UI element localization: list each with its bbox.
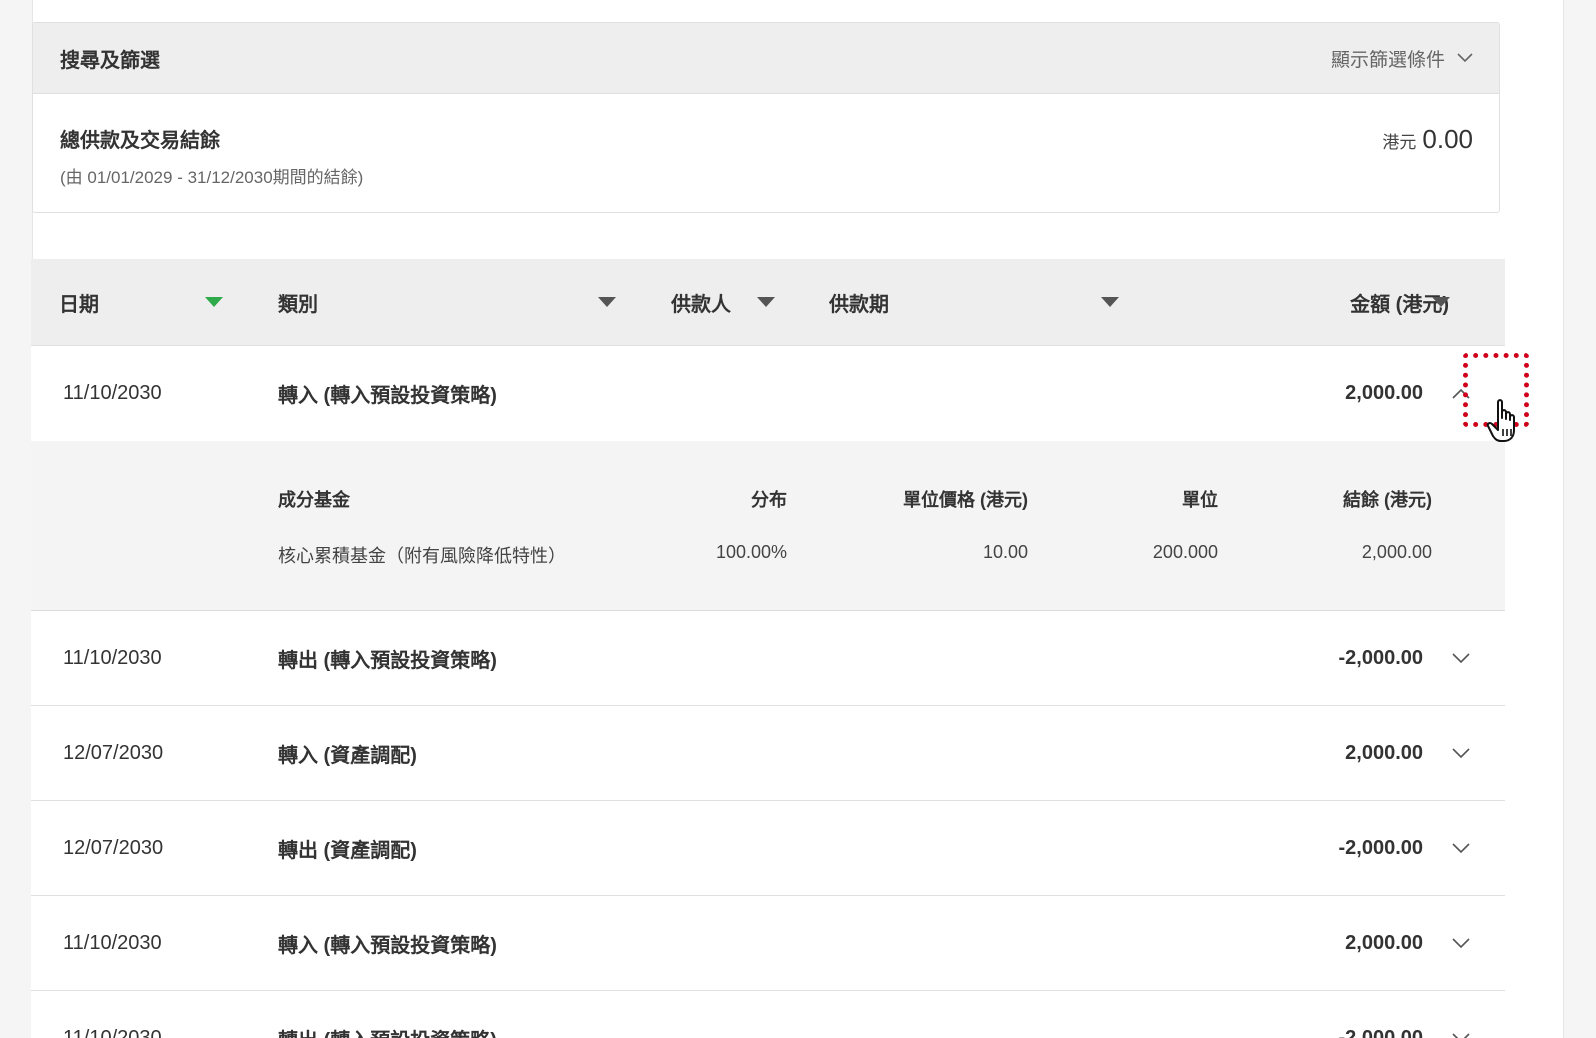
balance-period: (由 01/01/2029 - 31/12/2030期間的結餘) [60, 168, 364, 187]
chevron-down-icon [1452, 653, 1470, 664]
detail-balance: 2,000.00 [1361, 542, 1432, 562]
sort-amount-icon[interactable] [1432, 297, 1450, 307]
row-amount: 2,000.00 [1345, 382, 1423, 404]
column-header-contributor-label: 供款人 [671, 294, 731, 316]
balance-value: 0.00 [1422, 124, 1473, 154]
table-row[interactable]: 11/10/2030 轉出 (轉入預設投資策略) -2,000.00 [31, 991, 1505, 1038]
row-date: 12/07/2030 [63, 742, 164, 764]
table-row[interactable]: 11/10/2030 轉入 (轉入預設投資策略) 2,000.00 [31, 346, 1505, 441]
sort-type-icon[interactable] [598, 297, 616, 307]
column-header-period[interactable]: 供款期 [829, 259, 889, 346]
row-amount: -2,000.00 [1338, 647, 1423, 669]
expand-row-button[interactable] [1449, 991, 1473, 1038]
balance-summary: 總供款及交易結餘 (由 01/01/2029 - 31/12/2030期間的結餘… [33, 94, 1499, 188]
table-header: 日期 類別 供款人 供款期 金額 (港元) [31, 259, 1505, 346]
detail-distribution: 100.00% [715, 542, 787, 562]
balance-title: 總供款及交易結餘 [60, 130, 220, 152]
chevron-down-icon [1452, 938, 1470, 949]
row-date: 11/10/2030 [63, 382, 162, 404]
sort-contributor-icon[interactable] [757, 297, 775, 307]
detail-fund-name: 核心累積基金（附有風險降低特性） [278, 546, 566, 566]
column-header-type[interactable]: 類別 [278, 259, 318, 346]
detail-unit-price: 10.00 [982, 542, 1028, 562]
table-row[interactable]: 11/10/2030 轉出 (轉入預設投資策略) -2,000.00 [31, 611, 1505, 706]
row-date: 11/10/2030 [63, 1027, 162, 1038]
balance-amount: 港元 0.00 [1382, 124, 1473, 188]
detail-header-units: 單位 [1182, 490, 1218, 510]
row-date: 11/10/2030 [63, 647, 162, 669]
chevron-down-icon [1452, 843, 1470, 854]
row-detail-panel: 成分基金 分布 單位價格 (港元) 單位 結餘 (港元) 核心累積基金（附有風險… [31, 441, 1505, 611]
row-amount: -2,000.00 [1338, 837, 1423, 859]
balance-currency: 港元 [1382, 133, 1417, 152]
row-type: 轉入 (轉入預設投資策略) [278, 935, 497, 957]
table-row[interactable]: 12/07/2030 轉出 (資產調配) -2,000.00 [31, 801, 1505, 896]
chevron-down-icon [1452, 748, 1470, 759]
filter-card: 搜尋及篩選 顯示篩選條件 總供款及交易結餘 (由 01/01/2029 - 31… [32, 22, 1500, 213]
show-filters-label: 顯示篩選條件 [1330, 49, 1445, 71]
detail-header-unit-price: 單位價格 (港元) [903, 490, 1028, 510]
column-header-date-label: 日期 [59, 294, 99, 316]
filter-header: 搜尋及篩選 顯示篩選條件 [33, 23, 1499, 94]
column-header-type-label: 類別 [278, 294, 318, 316]
expand-row-button[interactable] [1449, 801, 1473, 896]
hand-cursor-icon [1486, 399, 1515, 442]
expand-row-button[interactable] [1449, 706, 1473, 801]
show-filters-toggle[interactable]: 顯示篩選條件 [1331, 45, 1473, 72]
row-amount: -2,000.00 [1338, 1027, 1423, 1038]
row-type: 轉出 (轉入預設投資策略) [278, 650, 497, 672]
row-amount: 2,000.00 [1345, 742, 1423, 764]
row-type: 轉入 (資產調配) [278, 745, 417, 767]
row-date: 12/07/2030 [63, 837, 164, 859]
chevron-down-icon [1457, 53, 1473, 63]
table-row[interactable]: 11/10/2030 轉入 (轉入預設投資策略) 2,000.00 [31, 896, 1505, 991]
row-type: 轉入 (轉入預設投資策略) [278, 385, 497, 407]
row-type: 轉出 (資產調配) [278, 840, 417, 862]
chevron-down-icon [1452, 1033, 1470, 1038]
sort-period-icon[interactable] [1101, 297, 1119, 307]
column-header-contributor[interactable]: 供款人 [671, 259, 731, 346]
detail-header-balance: 結餘 (港元) [1343, 490, 1432, 510]
row-type: 轉出 (轉入預設投資策略) [278, 991, 497, 1038]
table-row[interactable]: 12/07/2030 轉入 (資產調配) 2,000.00 [31, 706, 1505, 801]
detail-header-distribution: 分布 [751, 490, 787, 510]
filter-title: 搜尋及篩選 [60, 49, 160, 72]
expand-row-button[interactable] [1449, 896, 1473, 991]
expand-row-button[interactable] [1449, 611, 1473, 706]
transactions-table: 日期 類別 供款人 供款期 金額 (港元) 11/10/2030 轉入 (轉入預… [31, 259, 1505, 1038]
detail-header-fund: 成分基金 [278, 490, 350, 510]
detail-units: 200.000 [1152, 542, 1218, 562]
sort-date-icon[interactable] [205, 297, 223, 307]
row-amount: 2,000.00 [1345, 932, 1423, 954]
column-header-period-label: 供款期 [829, 294, 889, 316]
column-header-date[interactable]: 日期 [59, 259, 99, 346]
row-date: 11/10/2030 [63, 932, 162, 954]
